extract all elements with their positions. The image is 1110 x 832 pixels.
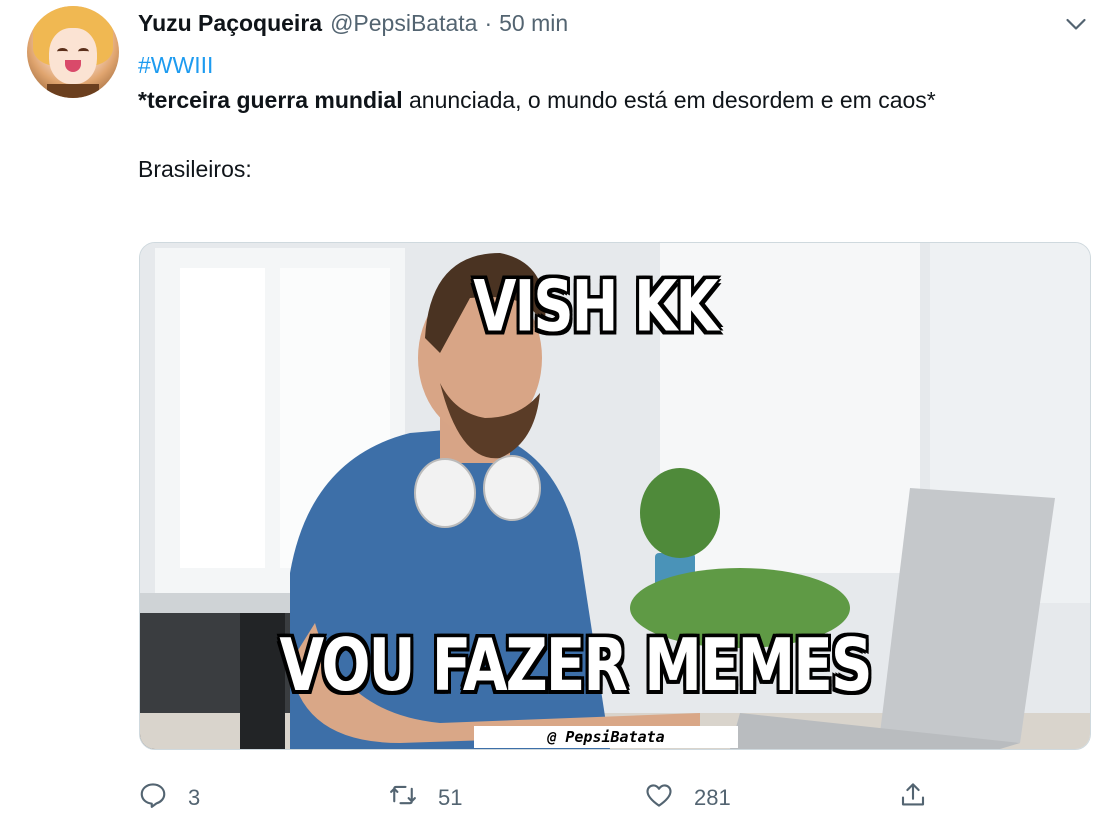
author-name[interactable]: Yuzu Paçoqueira [138, 10, 322, 37]
tweet[interactable]: Yuzu Paçoqueira @PepsiBatata · 50 min #W… [0, 0, 1110, 832]
retweet-count: 51 [438, 785, 463, 810]
watermark: @ PepsiBatata [474, 726, 738, 748]
hashtag-link[interactable]: #WWIII [138, 48, 1068, 83]
tweet-line-2: Brasileiros: [138, 156, 252, 182]
share-button[interactable] [898, 778, 928, 818]
separator-dot: · [484, 9, 493, 36]
like-button[interactable]: 281 [644, 778, 731, 818]
retweet-icon [388, 780, 418, 816]
like-count: 281 [694, 785, 731, 810]
meme-caption-top: VISH KK [473, 266, 719, 349]
share-icon [898, 780, 928, 816]
tweet-actions: 3 51 281 [0, 778, 1110, 818]
meme-image[interactable]: VISH KK VOU FAZER MEMES @ PepsiBatata [139, 242, 1091, 750]
reply-count: 3 [188, 785, 201, 810]
reply-button[interactable]: 3 [138, 778, 200, 818]
tweet-body-text: anunciada, o mundo está em desordem e em… [402, 87, 936, 113]
tweet-paragraph: *terceira guerra mundial anunciada, o mu… [138, 83, 1068, 118]
tweet-text: #WWIII *terceira guerra mundial anunciad… [138, 48, 1068, 187]
like-icon [644, 780, 674, 816]
tweet-bold-text: *terceira guerra mundial [138, 87, 403, 113]
avatar[interactable] [27, 6, 119, 98]
timestamp[interactable]: 50 min [499, 10, 568, 37]
tweet-header: Yuzu Paçoqueira @PepsiBatata · 50 min [138, 8, 568, 38]
chevron-down-icon[interactable] [1064, 12, 1088, 36]
reply-icon [138, 780, 168, 816]
retweet-button[interactable]: 51 [388, 778, 462, 818]
meme-caption-bottom: VOU FAZER MEMES [279, 622, 872, 708]
author-handle[interactable]: @PepsiBatata [330, 10, 477, 37]
